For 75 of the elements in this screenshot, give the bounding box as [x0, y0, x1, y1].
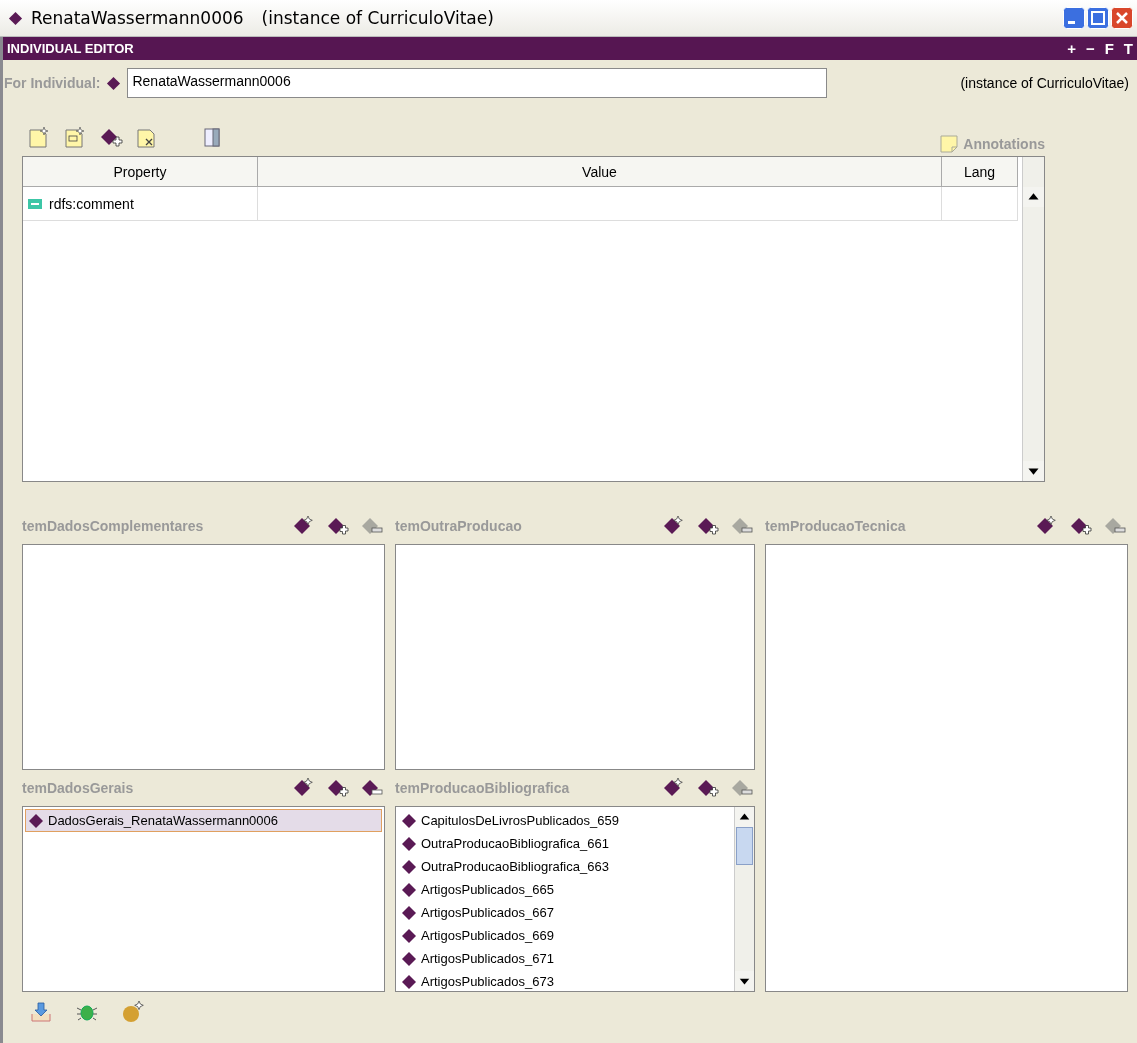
- instance-name: ArtigosPublicados_665: [421, 882, 554, 897]
- instance-item[interactable]: OutraProducaoBibliografica_663: [398, 855, 732, 878]
- add-instance-icon[interactable]: [1070, 515, 1092, 537]
- instance-item[interactable]: ArtigosPublicados_671: [398, 947, 732, 970]
- add-instance-icon[interactable]: [327, 777, 349, 799]
- header-button[interactable]: F: [1104, 40, 1114, 57]
- instance-name: OutraProducaoBibliografica_661: [421, 836, 609, 851]
- add-instance-icon[interactable]: [697, 515, 719, 537]
- remove-instance-icon[interactable]: [361, 777, 383, 799]
- scroll-down-icon[interactable]: [735, 971, 754, 991]
- column-header[interactable]: Value: [258, 157, 942, 187]
- instance-item[interactable]: ArtigosPublicados_665: [398, 878, 732, 901]
- diamond-icon: [401, 858, 417, 875]
- diamond-icon: [401, 904, 417, 921]
- diamond-icon: [401, 835, 417, 852]
- instance-type: (instance of CurriculoVitae): [960, 75, 1129, 91]
- create-instance-icon[interactable]: [293, 515, 315, 537]
- instance-name: DadosGerais_RenataWassermann0006: [48, 813, 279, 828]
- scroll-up-icon[interactable]: [1023, 187, 1044, 207]
- diamond-icon: [28, 812, 44, 829]
- diamond-icon: [401, 950, 417, 967]
- slot-title: temProducaoTecnica: [765, 518, 907, 534]
- create-instance-icon[interactable]: [663, 777, 685, 799]
- instance-name: ArtigosPublicados_669: [421, 928, 554, 943]
- individual-name-field[interactable]: RenataWassermann0006: [127, 68, 828, 98]
- column-header[interactable]: Lang: [942, 157, 1018, 187]
- header-button[interactable]: −: [1085, 40, 1095, 57]
- maximize-button[interactable]: [1087, 7, 1109, 29]
- create-instance-icon[interactable]: [293, 777, 315, 799]
- instance-item[interactable]: ArtigosPublicados_669: [398, 924, 732, 947]
- instance-item[interactable]: ArtigosPublicados_667: [398, 901, 732, 924]
- instance-name: ArtigosPublicados_671: [421, 951, 554, 966]
- scrollbar[interactable]: [1022, 157, 1044, 481]
- editor-title: INDIVIDUAL EDITOR: [7, 41, 134, 56]
- add-diamond-icon[interactable]: [99, 126, 123, 150]
- minimize-button[interactable]: [1063, 7, 1085, 29]
- instance-name: ArtigosPublicados_667: [421, 905, 554, 920]
- property-icon: [27, 197, 43, 210]
- diamond-icon: [401, 812, 417, 829]
- diamond-icon: [401, 881, 417, 898]
- header-button[interactable]: +: [1067, 40, 1076, 57]
- scrollbar[interactable]: [734, 807, 754, 991]
- annotations-label: Annotations: [963, 136, 1045, 152]
- scroll-down-icon[interactable]: [1023, 461, 1044, 481]
- new-document-icon[interactable]: [63, 126, 87, 150]
- instance-name: OutraProducaoBibliografica_663: [421, 859, 609, 874]
- field-label: For Individual:: [4, 75, 101, 91]
- import-icon[interactable]: [29, 1000, 53, 1024]
- slot-title: temProducaoBibliografica: [395, 780, 571, 796]
- header-button[interactable]: T: [1123, 40, 1133, 57]
- instance-name: ArtigosPublicados_673: [421, 974, 554, 989]
- diamond-icon: [106, 75, 122, 91]
- diamond-icon: [8, 10, 23, 26]
- diamond-icon: [401, 927, 417, 944]
- column-header[interactable]: Property: [23, 157, 258, 187]
- property-name: rdfs:comment: [49, 195, 134, 212]
- instance-item[interactable]: OutraProducaoBibliografica_661: [398, 832, 732, 855]
- close-button[interactable]: [1111, 7, 1133, 29]
- scroll-thumb[interactable]: [736, 827, 753, 865]
- window-title: RenataWassermann0006: [31, 8, 244, 28]
- slot-title: temDadosComplementares: [22, 518, 205, 534]
- scroll-up-icon[interactable]: [735, 807, 754, 827]
- slot-title: temOutraProducao: [395, 518, 523, 534]
- instance-name: CapitulosDeLivrosPublicados_659: [421, 813, 619, 828]
- instance-item[interactable]: CapitulosDeLivrosPublicados_659: [398, 809, 732, 832]
- create-instance-icon[interactable]: [1036, 515, 1058, 537]
- add-instance-icon[interactable]: [327, 515, 349, 537]
- window-subtitle: (instance of CurriculoVitae): [261, 8, 494, 28]
- new-document-icon[interactable]: [27, 126, 51, 150]
- instance-item[interactable]: DadosGerais_RenataWassermann0006: [25, 809, 382, 832]
- slot-title: temDadosGerais: [22, 780, 135, 796]
- add-instance-icon[interactable]: [697, 777, 719, 799]
- create-instance-icon[interactable]: [663, 515, 685, 537]
- diamond-icon: [401, 973, 417, 990]
- instance-item[interactable]: ArtigosPublicados_673: [398, 970, 732, 993]
